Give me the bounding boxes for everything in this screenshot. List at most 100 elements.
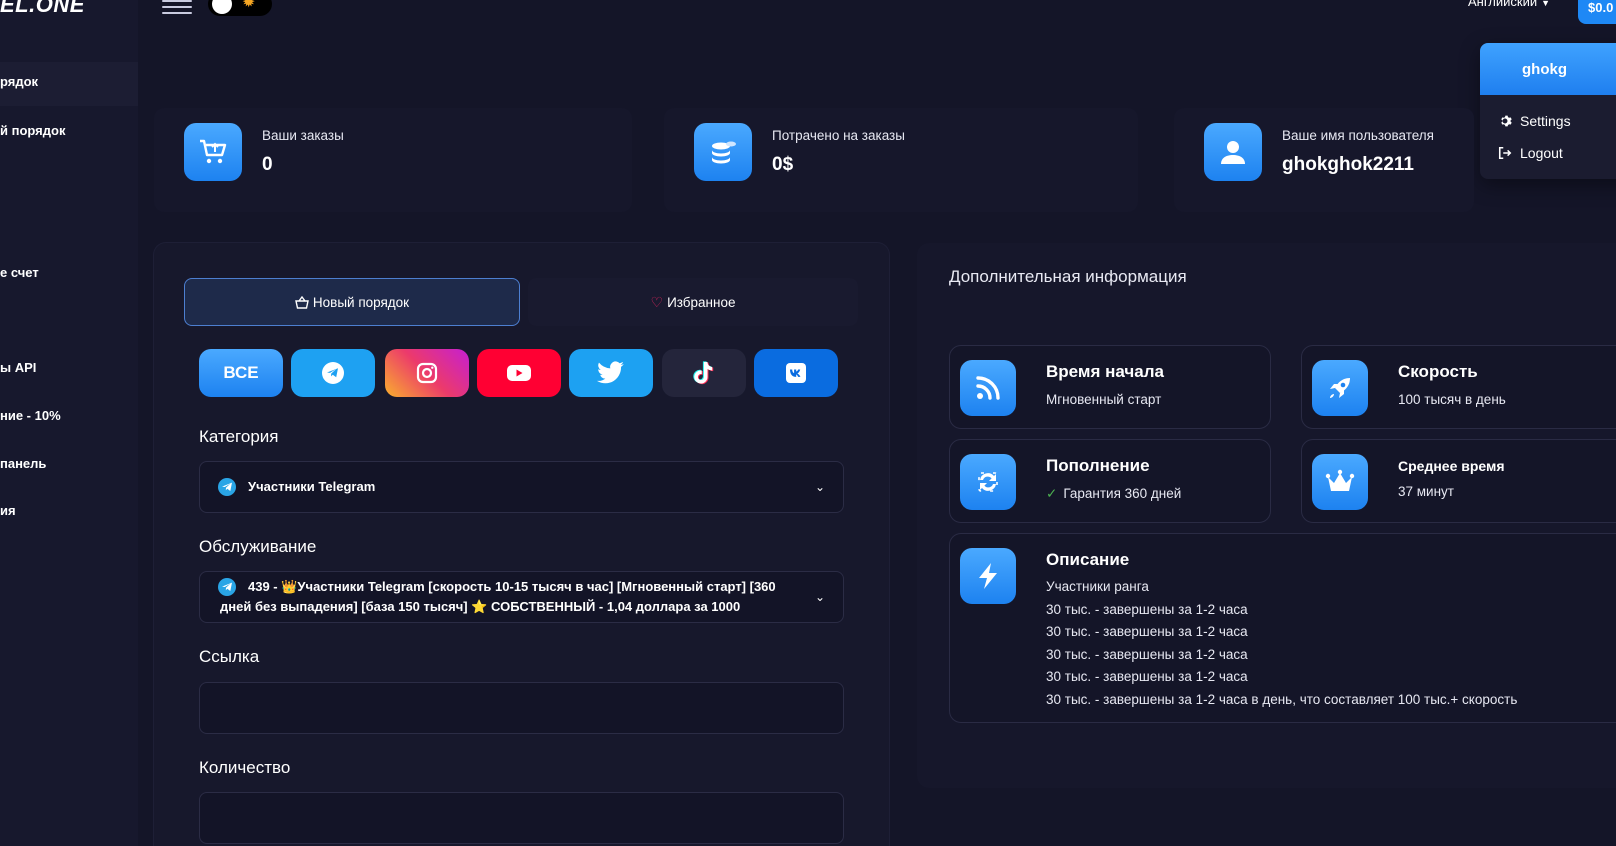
tab-favorites[interactable]: ♡ Избранное bbox=[528, 278, 858, 326]
stat-value: 0$ bbox=[772, 154, 794, 175]
lightning-icon bbox=[960, 548, 1016, 604]
info-card-sub: 37 минут bbox=[1398, 484, 1454, 499]
stat-value: 0 bbox=[262, 154, 273, 175]
description-line: 30 тыс. - завершены за 1-2 часа bbox=[1046, 646, 1248, 662]
chevron-down-icon: ⌄ bbox=[814, 590, 825, 604]
balance-badge[interactable]: $0.0 bbox=[1578, 0, 1616, 24]
sidebar-item-add-funds[interactable]: е счет bbox=[0, 265, 39, 280]
info-card-title: Время начала bbox=[1046, 362, 1164, 381]
settings-menu-item[interactable]: Settings bbox=[1480, 109, 1616, 133]
info-card-title: Пополнение bbox=[1046, 456, 1150, 475]
vk-icon bbox=[786, 363, 806, 383]
description-line: 30 тыс. - завершены за 1-2 часа bbox=[1046, 624, 1248, 639]
description-line: 30 тыс. - завершены за 1-2 часа bbox=[1046, 601, 1248, 617]
telegram-icon bbox=[218, 478, 236, 496]
filter-telegram-button[interactable] bbox=[291, 349, 375, 397]
twitter-icon bbox=[597, 361, 624, 384]
brand-logo[interactable]: EL.ONE bbox=[0, 0, 85, 18]
service-label: Обслуживание bbox=[199, 537, 317, 556]
stat-card-spent: Потрачено на заказы 0$ bbox=[664, 108, 1138, 212]
check-icon: ✓ bbox=[1046, 486, 1058, 501]
stat-label: Ваше имя пользователя bbox=[1282, 128, 1434, 143]
cart-icon bbox=[184, 123, 242, 181]
info-card-start-time: Время начала Мгновенный старт bbox=[949, 345, 1271, 429]
description-line: 30 тыс. - завершены за 1-2 часа bbox=[1046, 669, 1248, 684]
logout-icon bbox=[1498, 146, 1512, 160]
topbar: ✹ Английский ▼ $0.0 bbox=[138, 0, 1616, 26]
info-card-speed: Скорость 100 тысяч в день bbox=[1301, 345, 1616, 429]
sidebar-item-child-panel[interactable]: панель bbox=[0, 456, 46, 471]
user-dropdown-username[interactable]: ghokg bbox=[1480, 43, 1616, 95]
rocket-icon bbox=[1312, 360, 1368, 416]
sidebar-item-api[interactable]: ы API bbox=[0, 360, 36, 375]
description-lines: Участники ранга 30 тыс. - завершены за 1… bbox=[1046, 576, 1517, 711]
info-card-sub: 100 тысяч в день bbox=[1398, 392, 1506, 407]
telegram-icon bbox=[218, 578, 236, 596]
category-value: Участники Telegram bbox=[248, 479, 376, 494]
info-card-sub: Мгновенный старт bbox=[1046, 392, 1162, 407]
sun-icon: ✹ bbox=[242, 0, 256, 11]
refresh-icon bbox=[960, 454, 1016, 510]
category-select[interactable]: Участники Telegram ⌄ bbox=[199, 461, 844, 513]
filter-all-button[interactable]: ВСЕ bbox=[199, 349, 283, 397]
filter-youtube-button[interactable] bbox=[477, 349, 561, 397]
app-root: EL.ONE рядок й порядок е счет ы API ние … bbox=[0, 0, 1616, 846]
stat-value: ghokghok2211 bbox=[1282, 154, 1414, 175]
basket-icon bbox=[295, 295, 309, 309]
info-panel: Дополнительная информация Время начала М… bbox=[917, 243, 1616, 788]
sidebar-item-other[interactable]: ия bbox=[0, 503, 16, 518]
filter-twitter-button[interactable] bbox=[569, 349, 653, 397]
theme-toggle[interactable]: ✹ bbox=[208, 0, 272, 16]
filter-all-label: ВСЕ bbox=[223, 363, 259, 382]
link-label: Ссылка bbox=[199, 647, 260, 666]
sidebar-item-affiliates[interactable]: ние - 10% bbox=[0, 408, 61, 423]
tiktok-icon bbox=[693, 361, 714, 385]
info-card-sub: ✓ Гарантия 360 дней bbox=[1046, 486, 1181, 502]
youtube-icon bbox=[507, 365, 531, 381]
quantity-label: Количество bbox=[199, 758, 291, 777]
stat-card-username: Ваше имя пользователя ghokghok2211 bbox=[1174, 108, 1474, 212]
info-card-title: Скорость bbox=[1398, 362, 1478, 381]
chevron-down-icon: ⌄ bbox=[814, 480, 825, 494]
language-label: Английский bbox=[1468, 0, 1538, 9]
sidebar-item-mass-order[interactable]: й порядок bbox=[0, 123, 65, 138]
caret-down-icon: ▼ bbox=[1541, 0, 1551, 8]
stat-card-orders: Ваши заказы 0 bbox=[154, 108, 632, 212]
filter-vk-button[interactable] bbox=[754, 349, 838, 397]
service-value-line1: 439 - 👑Участники Telegram [скорость 10-1… bbox=[248, 579, 776, 594]
stat-label: Ваши заказы bbox=[262, 128, 344, 143]
description-line: 30 тыс. - завершены за 1-2 часа в день, … bbox=[1046, 691, 1518, 707]
instagram-icon bbox=[416, 362, 438, 384]
service-value-line2: дней без выпадения] [база 150 тысяч] ⭐ С… bbox=[220, 599, 741, 614]
quantity-input[interactable] bbox=[199, 792, 844, 844]
logout-label: Logout bbox=[1520, 145, 1563, 161]
menu-toggle-icon[interactable] bbox=[162, 0, 192, 14]
gear-icon bbox=[1501, 115, 1512, 127]
info-card-avg-time: Среднее время 37 минут bbox=[1301, 439, 1616, 523]
telegram-icon bbox=[322, 362, 344, 384]
description-line: Участники ранга bbox=[1046, 579, 1149, 594]
filter-tiktok-button[interactable] bbox=[662, 349, 746, 397]
sidebar-item-new-order[interactable]: рядок bbox=[0, 62, 138, 106]
link-input[interactable] bbox=[199, 682, 844, 734]
info-card-description: Описание Участники ранга 30 тыс. - завер… bbox=[949, 533, 1616, 723]
service-select[interactable]: 439 - 👑Участники Telegram [скорость 10-1… bbox=[199, 571, 844, 623]
order-form-panel: Новый порядок ♡ Избранное ВСЕ Категория bbox=[154, 243, 889, 846]
sidebar-item-label: рядок bbox=[0, 74, 39, 89]
logout-menu-item[interactable]: Logout bbox=[1480, 141, 1616, 165]
info-panel-title: Дополнительная информация bbox=[949, 267, 1187, 286]
stat-label: Потрачено на заказы bbox=[772, 128, 905, 143]
tab-new-order[interactable]: Новый порядок bbox=[184, 278, 520, 326]
category-label: Категория bbox=[199, 427, 279, 446]
heart-icon: ♡ bbox=[650, 293, 664, 310]
info-card-refill: Пополнение ✓ Гарантия 360 дней bbox=[949, 439, 1271, 523]
info-card-title: Описание bbox=[1046, 550, 1130, 569]
language-selector[interactable]: Английский ▼ bbox=[1468, 0, 1550, 9]
info-card-title: Среднее время bbox=[1398, 458, 1505, 474]
crown-icon bbox=[1312, 454, 1368, 510]
settings-label: Settings bbox=[1520, 113, 1571, 129]
user-dropdown: ghokg Settings Logout bbox=[1480, 43, 1616, 179]
theme-toggle-knob bbox=[212, 0, 232, 14]
filter-instagram-button[interactable] bbox=[385, 349, 469, 397]
info-card-sub-text: Гарантия 360 дней bbox=[1063, 486, 1182, 501]
